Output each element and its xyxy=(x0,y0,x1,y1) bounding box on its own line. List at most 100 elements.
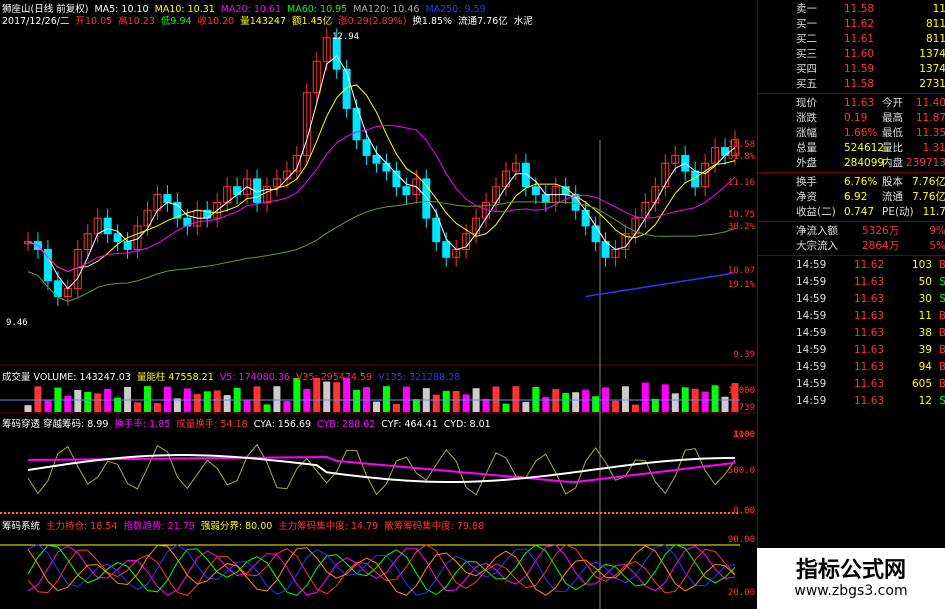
axis-label: 38.2% xyxy=(727,222,755,232)
fund-value: 11.7 xyxy=(922,206,945,218)
volume-bar xyxy=(661,384,669,412)
volume-bar xyxy=(34,386,42,412)
panel-divider xyxy=(758,221,945,222)
volume-bar xyxy=(522,401,530,412)
quote-value: 11.35 xyxy=(915,127,945,139)
quote-row: 外盘 284099 内盘 239713 xyxy=(758,156,945,171)
order-price: 11.61 xyxy=(844,33,875,45)
volume-bar xyxy=(612,400,620,412)
fund-flow-row: 大宗流入 2864万 5% xyxy=(758,239,945,254)
volume-bar xyxy=(333,382,341,412)
tick-row: 14:59 11.63 50 S xyxy=(758,275,945,290)
candle xyxy=(123,241,132,250)
candle xyxy=(531,186,540,196)
order-book-row: 买四 11.59 1374 xyxy=(758,62,945,77)
tick-side: B xyxy=(938,259,945,271)
volume-bar xyxy=(562,393,570,412)
candle xyxy=(402,186,411,196)
tick-volume: 38 xyxy=(918,327,932,339)
volume-bar xyxy=(582,389,590,412)
watermark-url: www.zbgs3.com xyxy=(794,583,908,599)
chart-area[interactable]: 狮座山(日线 前复权) MA5: 10.10 MA10: 10.31 MA20: 10… xyxy=(0,0,757,609)
order-price: 11.59 xyxy=(844,63,875,75)
flow-pct: 9% xyxy=(929,225,945,237)
fund-value: 6.76% xyxy=(844,176,878,188)
axis-label: 11.58 xyxy=(727,140,755,150)
order-book-row: 买一 11.62 811 xyxy=(758,17,945,32)
tick-side: B xyxy=(938,310,945,322)
quote-value: 239713 xyxy=(905,157,945,169)
axis-label: 20.00 xyxy=(727,588,755,598)
tick-volume: 39 xyxy=(918,344,932,356)
volume-bar xyxy=(651,398,659,412)
candle xyxy=(442,241,451,258)
tick-price: 11.63 xyxy=(854,276,885,288)
tick-price: 11.63 xyxy=(854,310,885,322)
order-volume: 811 xyxy=(925,33,945,45)
axis-label: 500.0 xyxy=(727,466,755,476)
volume-bar xyxy=(153,403,161,412)
volume-bar xyxy=(492,386,500,412)
axis-label: 9.39 xyxy=(733,350,755,360)
site-watermark: 指标公式网 www.zbgs3.com xyxy=(757,548,945,609)
volume-bar xyxy=(44,400,52,412)
axis-label: 4739 xyxy=(733,403,755,413)
order-volume: 1374 xyxy=(919,63,945,75)
fund-label: 净资 xyxy=(796,191,817,203)
volume-field-2: V5: 174080.36 xyxy=(219,372,290,383)
tick-time: 14:59 xyxy=(796,327,827,339)
volume-bar xyxy=(253,386,261,412)
candle xyxy=(581,209,590,227)
volume-bar xyxy=(721,396,729,412)
volume-bar xyxy=(542,397,550,412)
tick-side: S xyxy=(939,276,945,288)
order-book-row: 买二 11.61 811 xyxy=(758,32,945,47)
order-volume: 11 xyxy=(932,3,945,15)
flow-value: 5326万 xyxy=(862,225,900,237)
quote-value: 11.40 xyxy=(915,97,945,109)
order-label: 买四 xyxy=(796,63,817,75)
volume-bar xyxy=(323,381,331,412)
axis-label: 1000 xyxy=(733,430,755,440)
ind2-field-3: 强弱分界: 80.00 xyxy=(200,521,273,532)
volume-bar xyxy=(452,390,460,412)
tick-price: 11.63 xyxy=(854,378,885,390)
ma250-line xyxy=(585,272,736,298)
volume-bar xyxy=(373,401,381,412)
candle xyxy=(103,217,112,235)
flow-label: 净流入额 xyxy=(796,225,838,237)
quote-row: 涨幅 1.66% 最低 11.35 xyxy=(758,126,945,141)
volume-bar xyxy=(462,394,470,412)
volume-bar xyxy=(124,386,132,412)
candle xyxy=(432,217,441,243)
volume-bar xyxy=(24,405,32,412)
volume-bar xyxy=(621,386,629,412)
volume-bar xyxy=(143,386,151,412)
indicator1-header: 筹码穿透 穿越筹码: 8.99 换手率: 1.85 成量换手: 54.18 CYA: … xyxy=(2,416,497,430)
volume-bar xyxy=(94,393,102,412)
volume-bar xyxy=(273,386,281,412)
tick-row: 14:59 11.63 12 S xyxy=(758,394,945,409)
panel-divider xyxy=(758,255,945,256)
volume-bar xyxy=(263,404,271,412)
quote-value: 0.19 xyxy=(844,112,868,124)
fund-label: PE(动) xyxy=(882,206,914,218)
tick-row: 14:59 11.63 38 B xyxy=(758,326,945,341)
volume-bar xyxy=(412,399,420,412)
volume-bar xyxy=(641,382,649,412)
axis-label: 0.00 xyxy=(733,506,755,516)
tick-side: B xyxy=(938,378,945,390)
volume-bar xyxy=(671,393,679,412)
volume-bar xyxy=(442,390,450,412)
tick-row: 14:59 11.63 11 B xyxy=(758,309,945,324)
flow-label: 大宗流入 xyxy=(796,240,838,252)
tick-row: 14:59 11.63 30 S xyxy=(758,292,945,307)
volume-bar xyxy=(243,399,251,412)
quote-label: 最高 xyxy=(882,112,903,124)
volume-bar xyxy=(552,389,560,412)
volume-header: 成交量 VOLUME: 143247.03 量能柱 47558.21 V5: 174… xyxy=(2,369,466,383)
fundamental-row: 收益(二) 0.747 PE(动) 11.7 xyxy=(758,205,945,220)
indicator2-header: 筹码系统 主力持仓: 18.54 指数趋势: 21.79 强弱分界: 80.00 主力筹… xyxy=(2,518,490,532)
quote-label: 内盘 xyxy=(882,157,903,169)
axis-label: 10.75 xyxy=(727,210,755,220)
